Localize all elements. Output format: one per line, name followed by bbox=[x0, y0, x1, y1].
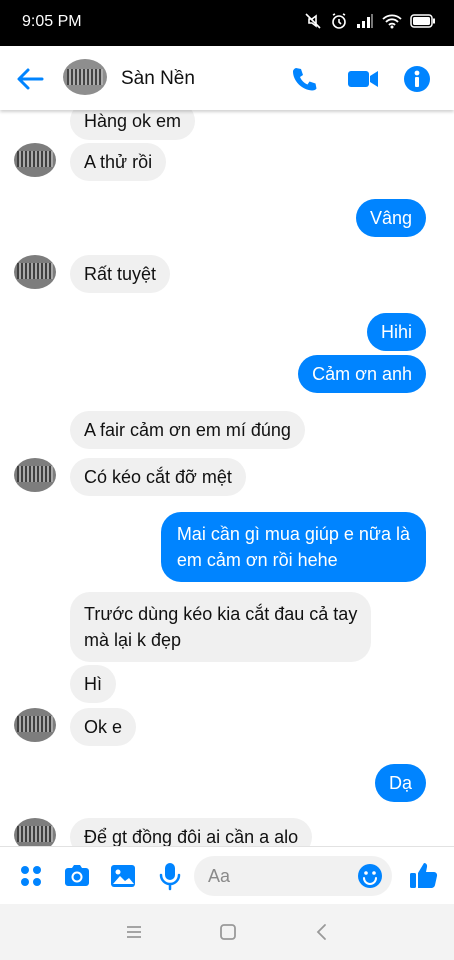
phone-icon bbox=[293, 68, 317, 91]
message-outgoing[interactable]: Hihi bbox=[366, 313, 426, 351]
camera-icon bbox=[65, 865, 89, 886]
system-navigation-bar bbox=[0, 904, 454, 960]
menu-icon bbox=[127, 926, 141, 938]
sender-avatar[interactable] bbox=[14, 708, 56, 742]
contact-name[interactable]: Sàn Nền bbox=[121, 68, 195, 90]
status-time: 9:05 PM bbox=[22, 13, 82, 30]
message-incoming[interactable]: A thử rồi bbox=[70, 143, 167, 181]
message-incoming[interactable]: A fair cảm ơn em mí đúng bbox=[70, 411, 305, 449]
avatar-logo bbox=[17, 826, 53, 842]
sender-avatar[interactable] bbox=[14, 255, 56, 289]
avatar-logo bbox=[17, 263, 53, 279]
message-input[interactable]: Aa bbox=[194, 856, 392, 896]
like-button[interactable] bbox=[408, 859, 438, 889]
message-incoming[interactable]: Hàng ok em bbox=[70, 110, 196, 140]
four-dots-icon bbox=[21, 866, 41, 886]
home-button[interactable] bbox=[218, 922, 238, 942]
thumbs-up-icon bbox=[410, 863, 438, 888]
info-icon bbox=[404, 66, 430, 92]
message-input-placeholder: Aa bbox=[208, 866, 231, 886]
message-incoming[interactable]: Để gt đồng đôi ai cần a alo bbox=[70, 818, 313, 846]
video-camera-icon bbox=[348, 71, 378, 87]
avatar-logo bbox=[17, 466, 53, 482]
wifi-icon bbox=[382, 14, 402, 29]
voice-button[interactable] bbox=[155, 861, 185, 891]
message-incoming[interactable]: Có kéo cắt đỡ mệt bbox=[70, 458, 246, 496]
message-list[interactable]: Hàng ok em A thử rồi Vâng Rất tuyệt Hihi… bbox=[0, 110, 454, 846]
message-incoming[interactable]: Ok e bbox=[70, 708, 137, 746]
menu-button[interactable] bbox=[124, 922, 144, 942]
square-home-icon bbox=[220, 924, 236, 940]
system-back-button[interactable] bbox=[312, 922, 332, 942]
emoji-button[interactable] bbox=[356, 862, 384, 890]
status-bar: 9:05 PM bbox=[0, 0, 454, 46]
message-composer: Aa bbox=[0, 846, 454, 904]
message-outgoing[interactable]: Cảm ơn anh bbox=[298, 355, 426, 393]
microphone-icon bbox=[159, 863, 181, 891]
mute-icon bbox=[305, 13, 321, 29]
back-button[interactable] bbox=[14, 64, 46, 94]
avatar-logo bbox=[67, 69, 103, 85]
conversation-header: Sàn Nền bbox=[0, 46, 454, 110]
sender-avatar[interactable] bbox=[14, 143, 56, 177]
more-actions-button[interactable] bbox=[16, 861, 46, 891]
chevron-left-icon bbox=[316, 924, 326, 940]
avatar-logo bbox=[17, 716, 53, 732]
camera-button[interactable] bbox=[62, 861, 92, 891]
message-incoming[interactable]: Hì bbox=[70, 665, 116, 703]
signal-icon bbox=[357, 14, 373, 28]
message-outgoing[interactable]: Vâng bbox=[355, 199, 426, 237]
info-button[interactable] bbox=[402, 64, 434, 94]
message-outgoing[interactable]: Mai cần gì mua giúp e nữa là em cảm ơn r… bbox=[160, 512, 426, 582]
arrow-left-icon bbox=[17, 68, 44, 90]
message-incoming[interactable]: Trước dùng kéo kia cắt đau cả tay mà lại… bbox=[70, 592, 372, 662]
message-incoming[interactable]: Rất tuyệt bbox=[70, 255, 171, 293]
sender-avatar[interactable] bbox=[14, 458, 56, 492]
status-icons bbox=[304, 12, 436, 30]
alarm-icon bbox=[332, 13, 346, 29]
battery-icon bbox=[410, 14, 435, 28]
image-icon bbox=[111, 865, 135, 887]
gallery-button[interactable] bbox=[108, 861, 138, 891]
sender-avatar[interactable] bbox=[14, 818, 56, 846]
call-button[interactable] bbox=[288, 64, 320, 94]
contact-avatar[interactable] bbox=[63, 59, 107, 95]
smiley-icon bbox=[358, 864, 382, 888]
message-outgoing[interactable]: Dạ bbox=[374, 764, 426, 802]
video-call-button[interactable] bbox=[346, 64, 378, 94]
avatar-logo bbox=[17, 151, 53, 167]
